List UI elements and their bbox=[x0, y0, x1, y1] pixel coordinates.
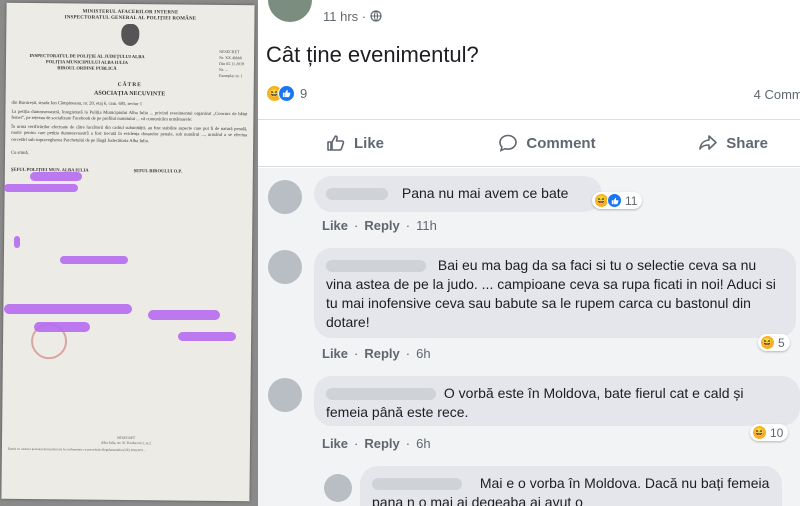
comment-like-link[interactable]: Like bbox=[322, 218, 348, 233]
comment-meta: Like · Reply · 6h bbox=[322, 346, 431, 361]
blurred-commenter-name bbox=[372, 478, 462, 491]
redaction-scribble bbox=[4, 304, 132, 314]
comment-item: O vorbă este în Moldova, bate fierul cat… bbox=[258, 372, 800, 458]
redaction-scribble bbox=[30, 172, 82, 181]
comment-like-link[interactable]: Like bbox=[322, 346, 348, 361]
blurred-commenter-name bbox=[326, 188, 388, 201]
haha-reaction-icon: 😆 bbox=[760, 335, 775, 350]
commenter-avatar[interactable] bbox=[268, 180, 302, 214]
like-reaction-icon bbox=[607, 193, 622, 208]
comment-reply-link[interactable]: Reply bbox=[364, 218, 399, 233]
comment-like-link[interactable]: Like bbox=[322, 436, 348, 451]
header-line: INSPECTORATUL GENERAL AL POLIȚIEI ROMÂNE bbox=[64, 15, 197, 22]
post-action-bar: Like Comment Share bbox=[258, 120, 800, 166]
body-paragraph: În urma verificărilor efectuate de către… bbox=[11, 123, 248, 144]
police-letter: MINISTERUL AFACERILOR INTERNE INSPECTORA… bbox=[1, 2, 255, 502]
comment-bubble: O vorbă este în Moldova, bate fierul cat… bbox=[314, 376, 800, 426]
comment-reactions[interactable]: 😆 5 bbox=[758, 334, 790, 351]
blurred-commenter-name bbox=[326, 260, 426, 273]
comment-meta: Like · Reply · 6h bbox=[322, 436, 431, 451]
reaction-count: 9 bbox=[300, 86, 308, 101]
post-timestamp[interactable]: 11 hrs · bbox=[323, 9, 382, 24]
like-button[interactable]: Like bbox=[258, 120, 473, 166]
share-icon bbox=[699, 135, 718, 150]
globe-icon bbox=[370, 10, 382, 22]
redaction-scribble bbox=[14, 236, 20, 248]
comment-button[interactable]: Comment bbox=[473, 120, 620, 166]
comment-text: Pana nu mai avem ce bate bbox=[401, 185, 569, 201]
reply-item: Mai e o vorba în Moldova. Dacă nu bați f… bbox=[258, 460, 800, 506]
comment-reactions[interactable]: 😆 10 bbox=[750, 424, 789, 441]
document-registration-block: NESECRET Nr. XX.4hhhh Din 05.11.2018 Nr.… bbox=[218, 48, 245, 79]
recipient-label: CĂTRE bbox=[117, 81, 142, 89]
comment-bubble: Mai e o vorba în Moldova. Dacă nu bați f… bbox=[360, 466, 782, 506]
poster-avatar[interactable] bbox=[268, 0, 312, 22]
comments-count-link[interactable]: 4 Comme bbox=[754, 87, 800, 102]
commenter-avatar[interactable] bbox=[268, 378, 302, 412]
letter-body: din București, strada Ion Câmpineanu, nr… bbox=[11, 100, 247, 146]
comments-section: Pana nu mai avem ce bate 😆 11 Like · Rep… bbox=[258, 168, 800, 506]
comment-time[interactable]: 11h bbox=[416, 218, 437, 233]
redaction-scribble bbox=[60, 256, 128, 264]
share-button[interactable]: Share bbox=[621, 120, 800, 166]
commenter-avatar[interactable] bbox=[268, 250, 302, 284]
address-line: din București, strada Ion Câmpineanu, nr… bbox=[11, 99, 143, 107]
scanned-document-photo: MINISTERUL AFACERILOR INTERNE INSPECTORA… bbox=[0, 0, 258, 506]
comment-time[interactable]: 6h bbox=[416, 436, 430, 451]
comment-item: Bai eu ma bag da sa faci si tu o selecti… bbox=[258, 246, 800, 368]
closing-line: Cu stimă, bbox=[11, 149, 29, 155]
comment-bubble: Pana nu mai avem ce bate bbox=[314, 176, 602, 212]
comment-reply-link[interactable]: Reply bbox=[364, 346, 399, 361]
commenter-avatar[interactable] bbox=[324, 474, 352, 502]
facebook-post: 11 hrs · Cât ține evenimentul? 😆 9 4 Com… bbox=[258, 0, 800, 506]
redaction-scribble bbox=[148, 310, 220, 320]
divider bbox=[258, 166, 800, 167]
like-icon bbox=[327, 135, 345, 151]
signature-right: ȘEFUL BIROULUI O.P. bbox=[133, 167, 182, 174]
body-paragraph: La petiția dumneavoastră, înregistrată l… bbox=[11, 108, 248, 122]
police-unit-header: INSPECTORATUL DE POLIȚIE AL JUDEȚULUI AL… bbox=[29, 52, 145, 71]
document-footer: NESECRET Alba Iulia, str. B. Teodorovici… bbox=[7, 436, 152, 452]
post-reactions[interactable]: 😆 9 bbox=[266, 85, 307, 102]
post-text: Cât ține evenimentul? bbox=[266, 42, 479, 67]
coat-of-arms-icon bbox=[121, 23, 140, 47]
redaction-scribble bbox=[4, 184, 78, 192]
redaction-scribble bbox=[34, 322, 90, 332]
haha-reaction-icon: 😆 bbox=[752, 425, 767, 440]
comment-reply-link[interactable]: Reply bbox=[364, 436, 399, 451]
comment-reactions[interactable]: 😆 11 bbox=[592, 192, 643, 209]
comment-bubble: Bai eu ma bag da sa faci si tu o selecti… bbox=[314, 248, 796, 338]
redaction-scribble bbox=[178, 332, 236, 341]
ministry-header: MINISTERUL AFACERILOR INTERNE INSPECTORA… bbox=[12, 9, 248, 23]
comment-icon bbox=[499, 134, 518, 152]
comment-meta: Like · Reply · 11h bbox=[322, 218, 437, 233]
comment-item: Pana nu mai avem ce bate 😆 11 Like · Rep… bbox=[258, 168, 800, 238]
like-reaction-icon bbox=[278, 85, 295, 102]
blurred-commenter-name bbox=[326, 388, 436, 401]
recipient-name: ASOCIAȚIA NECUVINTE bbox=[94, 90, 166, 98]
comment-time[interactable]: 6h bbox=[416, 346, 430, 361]
